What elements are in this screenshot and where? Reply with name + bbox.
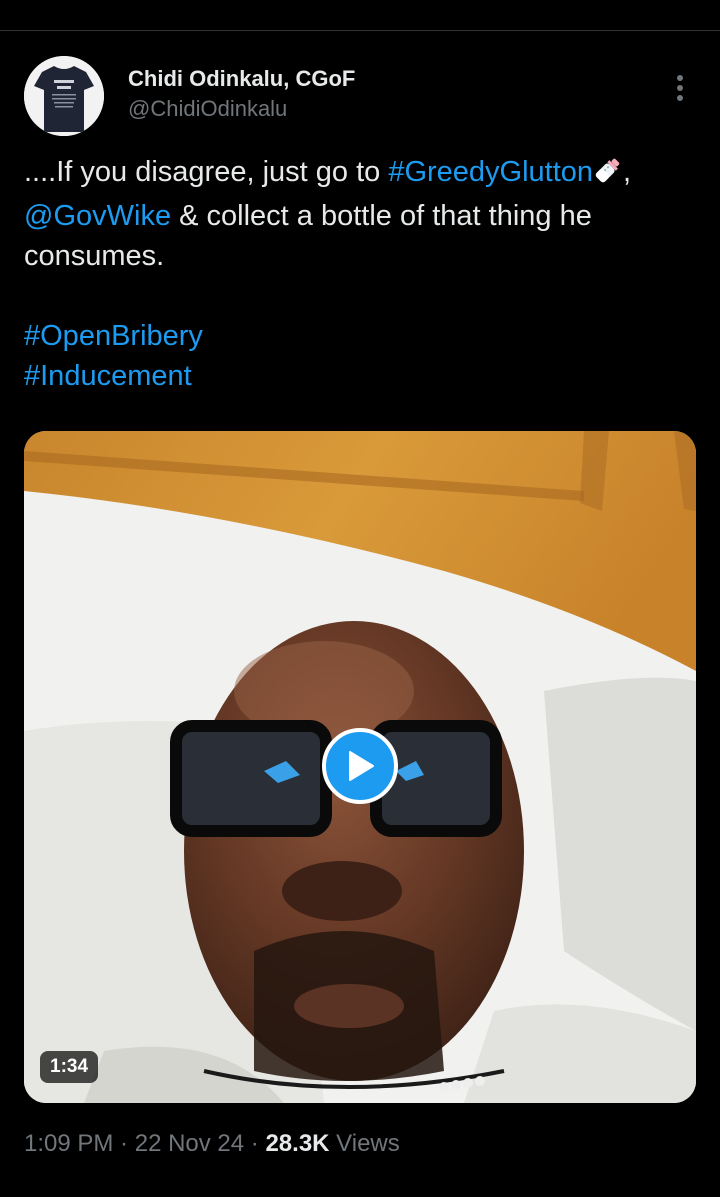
video-player[interactable]: 1:34 [24,431,696,1103]
tweet-comma: , [623,156,632,188]
meta-separator: · [244,1130,266,1157]
author-handle[interactable]: @ChidiOdinkalu [128,96,287,122]
avatar[interactable] [24,56,104,136]
baby-bottle-icon [593,155,623,196]
top-divider [0,30,720,31]
hashtag-open-bribery[interactable]: #OpenBribery [24,320,203,352]
hashtag-inducement[interactable]: #Inducement [24,360,192,392]
views-label: Views [329,1130,400,1157]
more-options-button[interactable] [664,70,696,106]
tweet-text-start: ....If you disagree, just go to [24,156,389,188]
hashtag-greedy-glutton[interactable]: #GreedyGlutton [388,156,593,188]
author-name[interactable]: Chidi Odinkalu, CGoF [128,66,355,92]
play-icon [349,751,374,781]
mention-govwike[interactable]: @GovWike [24,200,171,232]
more-vertical-icon [677,75,683,101]
play-button[interactable] [322,728,398,804]
tweet-date[interactable]: 22 Nov 24 [135,1130,244,1157]
meta-separator: · [113,1130,135,1157]
tweet-meta: 1:09 PM · 22 Nov 24 · 28.3K Views [24,1130,400,1158]
tweet-time[interactable]: 1:09 PM [24,1130,113,1157]
video-duration-badge: 1:34 [40,1051,99,1083]
avatar-tshirt-icon [24,56,104,136]
views-count[interactable]: 28.3K [265,1130,329,1157]
tweet-text: ....If you disagree, just go to #GreedyG… [24,152,704,396]
